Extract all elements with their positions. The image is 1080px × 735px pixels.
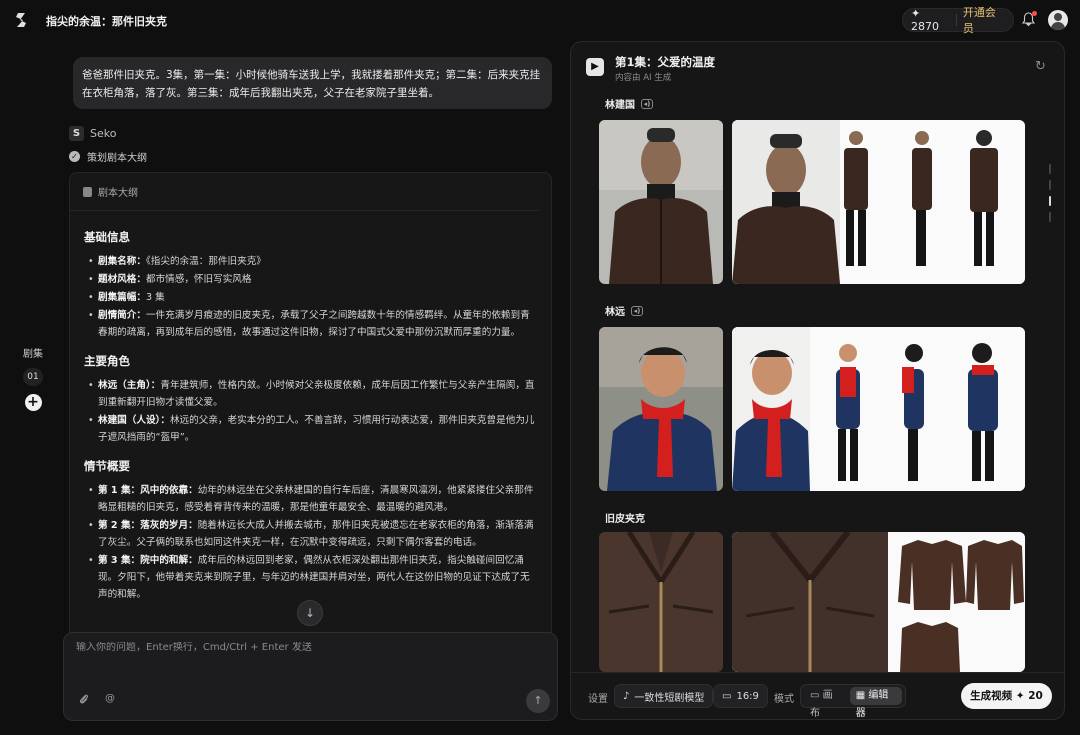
episode-panel: ▶ 第1集：父爱的温度 内容由 AI 生成 ↻ 林建国 ◂) 林远 ◂) 旧皮夹… — [570, 41, 1065, 720]
father-character-sheet-image[interactable] — [732, 120, 1025, 284]
section-title-plot: 情节概要 — [84, 459, 130, 473]
episode-item-01[interactable]: 01 — [23, 368, 43, 386]
asset-title-father: 林建国 ◂) — [605, 96, 653, 111]
asset-title-son: 林远 ◂) — [605, 303, 643, 318]
notification-bell-icon[interactable] — [1021, 11, 1037, 27]
panel-scroll-indicator[interactable] — [1049, 164, 1053, 228]
speaker-icon[interactable]: ◂) — [631, 305, 643, 316]
episode-nav-label: 剧集 — [23, 349, 43, 360]
agent-step: ✓ 策划剧本大纲 — [69, 149, 147, 164]
list-item: 剧集名称：《指尖的余温：那件旧夹克》 — [84, 253, 537, 270]
aspect-ratio-label: 16:9 — [736, 690, 759, 702]
scroll-down-button[interactable]: ↓ — [297, 600, 323, 626]
basic-info-list: 剧集名称：《指尖的余温：那件旧夹克》 题材风格：都市情感，怀旧写实风格 剧集篇幅… — [84, 253, 537, 341]
asset-title-jacket: 旧皮夹克 — [605, 514, 645, 525]
user-avatar[interactable] — [1048, 10, 1068, 30]
mode-canvas-button[interactable]: ▭ 画布 — [804, 687, 847, 719]
son-portrait-image[interactable] — [599, 327, 723, 491]
aspect-ratio-selector[interactable]: ▭ 16:9 — [713, 684, 768, 708]
jacket-closeup-image[interactable] — [599, 532, 723, 672]
roles-list: 林远（主角）：青年建筑师，性格内敛。小时候对父亲极度依赖，成年后因工作繁忙与父亲… — [84, 377, 537, 446]
settings-label: 设置 — [588, 694, 608, 705]
send-button[interactable]: ↑ — [526, 689, 550, 713]
app-logo-icon[interactable] — [14, 11, 30, 29]
list-item: 林远（主角）：青年建筑师，性格内敛。小时候对父亲极度依赖，成年后因工作繁忙与父亲… — [84, 377, 537, 411]
vip-button[interactable]: 开通会员 — [963, 4, 1005, 36]
top-bar: 指尖的余温：那件旧夹克 ✦ 2870 开通会员 — [0, 0, 1080, 40]
episode-nav: 剧集 01 + — [18, 345, 48, 411]
credits-count: ✦ 2870 — [911, 7, 939, 33]
list-item: 剧情简介：一件充满岁月痕迹的旧皮夹克，承载了父子之间跨越数十年的情感羁绊。从童年… — [84, 307, 537, 341]
add-episode-button[interactable]: + — [24, 394, 42, 411]
jacket-sheet-image[interactable] — [732, 532, 1025, 672]
section-title-roles: 主要角色 — [84, 354, 130, 368]
model-icon: ♪ — [623, 690, 630, 702]
aspect-ratio-icon: ▭ — [722, 690, 732, 702]
attach-icon[interactable] — [79, 693, 89, 708]
project-title: 指尖的余温：那件旧夹克 — [46, 15, 167, 28]
generate-video-button[interactable]: 生成视频 ✦ 20 — [961, 683, 1052, 709]
document-icon — [83, 186, 92, 197]
son-character-sheet-image[interactable] — [732, 327, 1025, 491]
mention-icon[interactable]: @ — [105, 693, 115, 704]
check-icon: ✓ — [69, 151, 80, 162]
mode-toggle: ▭ 画布 ▦ 编辑器 — [800, 684, 906, 719]
list-item: 第 1 集：风中的依靠：幼年的林远坐在父亲林建国的自行车后座，清晨寒风凛冽，他紧… — [84, 482, 537, 516]
model-selector[interactable]: ♪ 一致性短剧模型 — [614, 684, 714, 708]
refresh-icon[interactable]: ↻ — [1035, 59, 1046, 74]
list-item: 题材风格：都市情感，怀旧写实风格 — [84, 271, 537, 288]
father-portrait-image[interactable] — [599, 120, 723, 284]
outline-header-label: 剧本大纲 — [98, 188, 138, 199]
speaker-icon[interactable]: ◂) — [641, 98, 653, 109]
clapperboard-icon: ▶ — [586, 58, 604, 76]
list-item: 第 3 集：院中的和解：成年后的林远回到老家，偶然从衣柜深处翻出那件旧夹克，指尖… — [84, 552, 537, 603]
plot-list: 第 1 集：风中的依靠：幼年的林远坐在父亲林建国的自行车后座，清晨寒风凛冽，他紧… — [84, 482, 537, 603]
mode-label: 模式 — [774, 694, 794, 705]
outline-header: 剧本大纲 — [70, 173, 539, 211]
chat-input[interactable] — [76, 642, 536, 653]
agent-name: Seko — [90, 127, 117, 140]
model-label: 一致性短剧模型 — [634, 692, 705, 704]
list-item: 林建国（人设）：林远的父亲，老实本分的工人。不善言辞，习惯用行动表达爱，那件旧夹… — [84, 412, 537, 446]
agent-header: S Seko — [69, 126, 116, 141]
mode-editor-button[interactable]: ▦ 编辑器 — [849, 687, 902, 719]
section-title-basic: 基础信息 — [84, 230, 130, 244]
script-outline-card: 剧本大纲 基础信息 剧集名称：《指尖的余温：那件旧夹克》 题材风格：都市情感，怀… — [69, 172, 552, 642]
user-message: 爸爸那件旧夹克。3集，第一集：小时候他骑车送我上学，我就搂着那件夹克；第二集：后… — [73, 57, 552, 109]
asset-list: 林建国 ◂) 林远 ◂) 旧皮夹克 — [571, 94, 1064, 672]
credits-badge[interactable]: ✦ 2870 开通会员 — [902, 6, 1014, 35]
list-item: 剧集篇幅：3 集 — [84, 289, 537, 306]
agent-step-label: 策划剧本大纲 — [87, 153, 147, 164]
list-item: 第 2 集：落灰的岁月：随着林远长大成人并搬去城市，那件旧夹克被遗忘在老家衣柜的… — [84, 517, 537, 551]
agent-logo-icon: S — [69, 126, 84, 141]
panel-subtitle: 内容由 AI 生成 — [615, 73, 672, 83]
panel-header: ▶ 第1集：父爱的温度 内容由 AI 生成 ↻ — [571, 42, 1064, 94]
panel-footer: 设置 ♪ 一致性短剧模型 ▭ 16:9 模式 ▭ 画布 ▦ 编辑器 生成视频 ✦… — [571, 672, 1064, 719]
panel-title: 第1集：父爱的温度 — [615, 55, 716, 69]
chat-composer: @ ↑ — [63, 632, 558, 721]
